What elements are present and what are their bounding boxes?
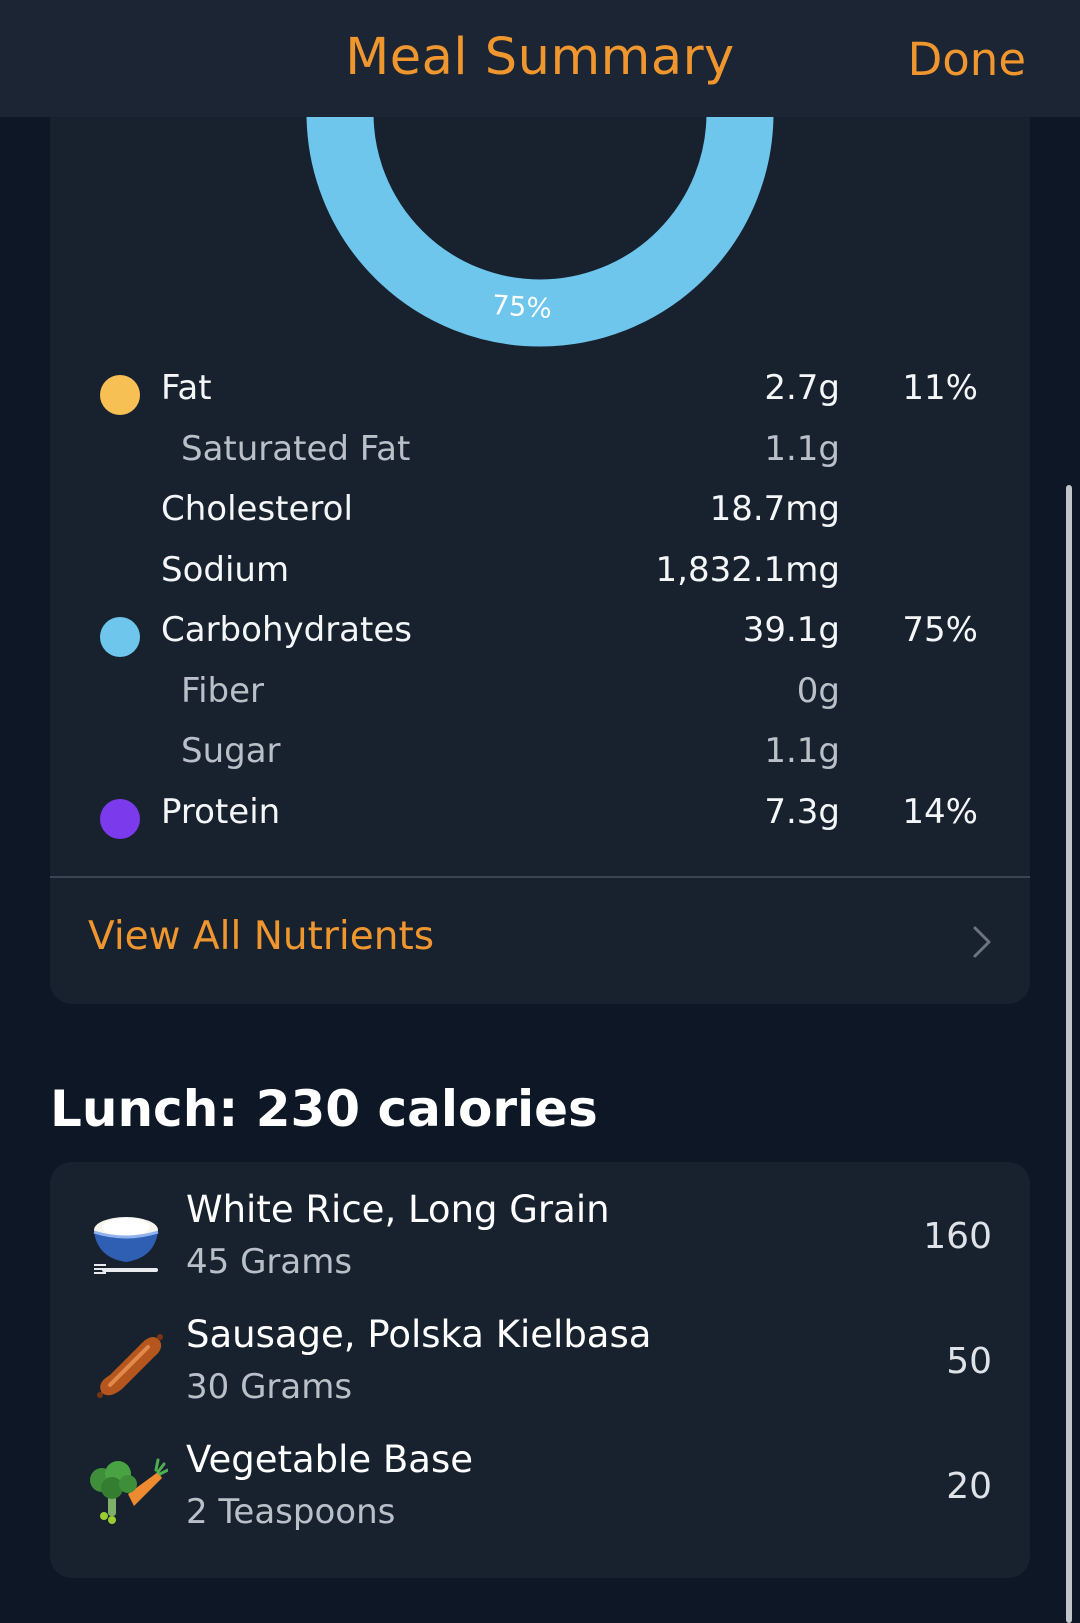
food-amount: 2 Teaspoons (186, 1492, 396, 1532)
macro-percent: 11% (902, 368, 978, 408)
food-name: White Rice, Long Grain (186, 1188, 610, 1231)
macro-label: Fiber (181, 670, 265, 711)
macro-row-fiber: Fiber 0g (50, 665, 1030, 726)
macro-label: Fat (161, 368, 212, 408)
macro-percent: 14% (902, 791, 978, 832)
macro-value: 1.1g (764, 428, 840, 469)
macro-value: 18.7mg (709, 489, 840, 529)
meal-section-title: Lunch: 230 calories (50, 1080, 598, 1138)
food-item-vegetable-base[interactable]: Vegetable Base 2 Teaspoons 20 (50, 1436, 1030, 1561)
chevron-right-icon (973, 926, 991, 958)
food-item-white-rice[interactable]: White Rice, Long Grain 45 Grams 160 (50, 1186, 1030, 1311)
food-calories: 160 (923, 1216, 992, 1257)
donut-percent-label: 75% (491, 290, 553, 325)
macro-row-sodium: Sodium 1,832.1mg (50, 544, 1030, 605)
macro-value: 2.7g (764, 368, 840, 408)
food-name: Vegetable Base (186, 1438, 474, 1481)
food-calories: 20 (946, 1466, 992, 1507)
macro-label: Carbohydrates (161, 610, 412, 650)
macro-row-saturated-fat: Saturated Fat 1.1g (50, 423, 1030, 484)
nav-bar: Meal Summary Done (0, 0, 1080, 117)
done-button[interactable]: Done (908, 33, 1026, 86)
food-amount: 30 Grams (186, 1367, 353, 1407)
macro-row-protein: Protein 7.3g 14% (50, 786, 1030, 847)
macro-label: Saturated Fat (181, 428, 411, 469)
food-item-sausage[interactable]: Sausage, Polska Kielbasa 30 Grams 50 (50, 1311, 1030, 1436)
macro-row-cholesterol: Cholesterol 18.7mg (50, 483, 1030, 544)
macro-value: 7.3g (764, 791, 840, 832)
food-name: Sausage, Polska Kielbasa (186, 1313, 652, 1356)
carbs-dot-icon (100, 617, 140, 657)
sausage-icon (97, 1334, 163, 1398)
protein-dot-icon (100, 798, 140, 839)
view-all-nutrients-label: View All Nutrients (88, 914, 435, 959)
macro-row-fat: Fat 2.7g 11% (50, 362, 1030, 423)
macro-value: 1,832.1mg (655, 549, 840, 590)
macro-value: 39.1g (742, 610, 840, 650)
rice-bowl-icon (93, 1217, 159, 1274)
fat-dot-icon (100, 375, 140, 415)
view-all-nutrients-button[interactable]: View All Nutrients (50, 878, 1030, 1004)
macro-label: Protein (161, 791, 281, 832)
macro-value: 1.1g (764, 731, 840, 771)
macro-list: Fat 2.7g 11% Saturated Fat 1.1g Choleste… (50, 362, 1030, 846)
food-amount: 45 Grams (186, 1242, 353, 1282)
scrollbar[interactable] (1066, 485, 1072, 1623)
macro-label: Cholesterol (161, 489, 353, 529)
food-calories: 50 (946, 1341, 992, 1382)
macro-label: Sodium (161, 549, 290, 590)
macro-value: 0g (796, 670, 840, 711)
macro-percent: 75% (902, 610, 978, 650)
macro-row-carbohydrates: Carbohydrates 39.1g 75% (50, 604, 1030, 665)
food-list-card: White Rice, Long Grain 45 Grams 160 Saus… (50, 1162, 1030, 1578)
vegetables-icon (90, 1458, 168, 1524)
macro-row-sugar: Sugar 1.1g (50, 725, 1030, 786)
macro-label: Sugar (181, 731, 281, 771)
